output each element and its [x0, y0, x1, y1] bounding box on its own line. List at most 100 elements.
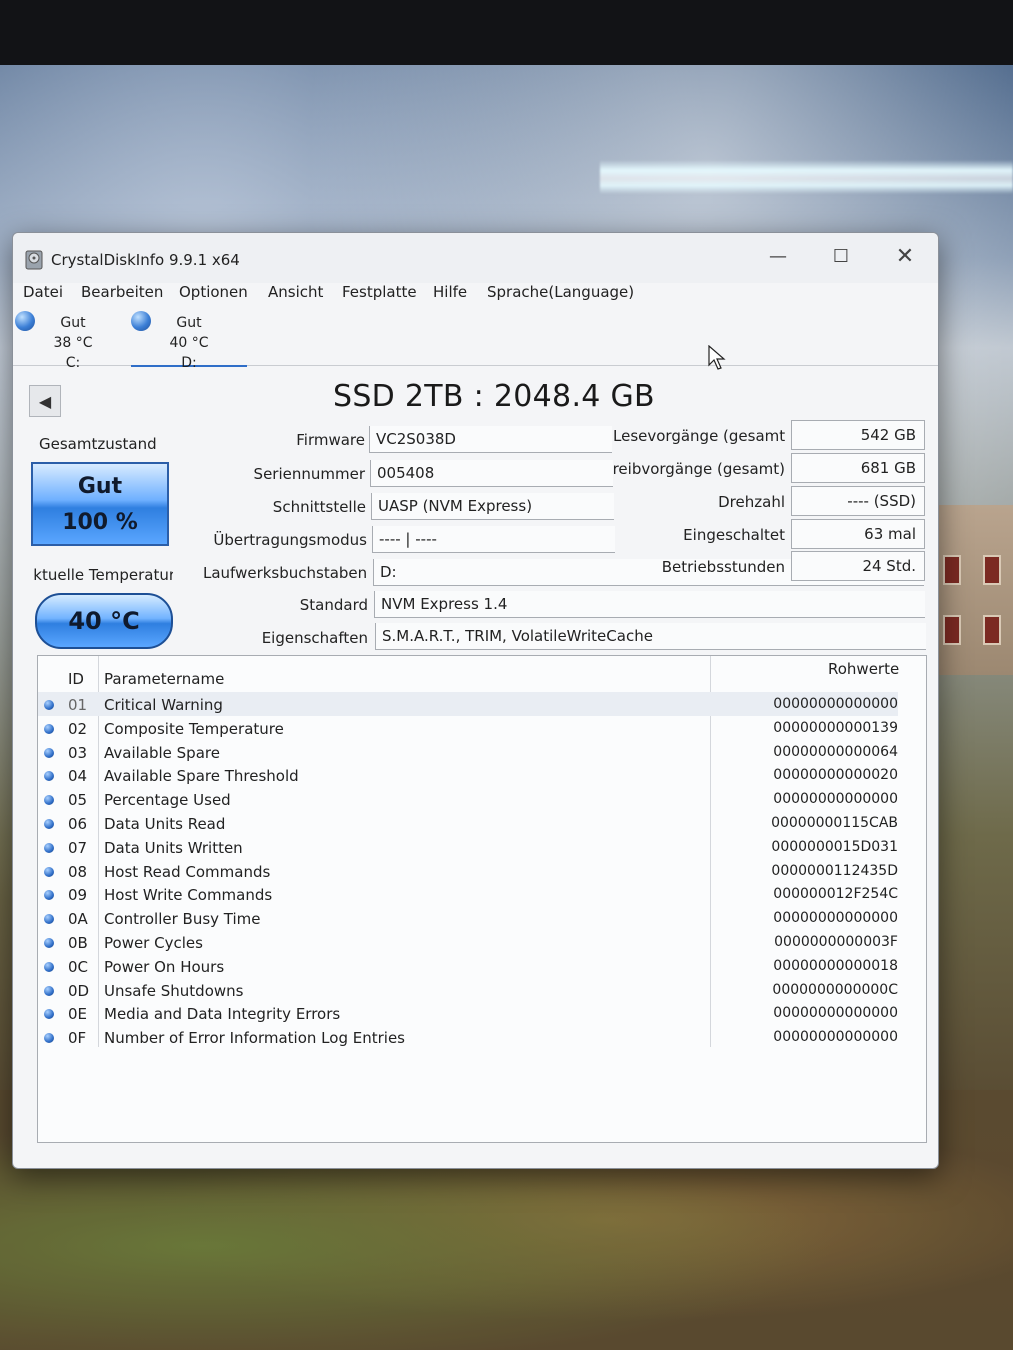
attribute-raw-value: 00000000000018: [773, 957, 898, 974]
features-label: Eigenschaften: [261, 629, 368, 647]
table-row[interactable]: 07 Data Units Written 0000000015D031: [38, 835, 898, 859]
building-window: [943, 615, 961, 645]
attribute-name: Available Spare Threshold: [104, 767, 299, 786]
drive-letter: C:: [65, 355, 81, 371]
drive-status: Gut: [176, 315, 202, 331]
drive-temp: 38 °C: [53, 335, 93, 351]
previous-drive-button[interactable]: ◀: [29, 385, 61, 417]
menu-sprache[interactable]: Sprache(Language): [487, 283, 634, 301]
table-row[interactable]: 0C Power On Hours 00000000000018: [38, 954, 898, 978]
column-header-name[interactable]: Parametername: [104, 670, 224, 688]
attribute-name: Power On Hours: [104, 957, 225, 976]
drive-temp: 40 °C: [169, 335, 209, 351]
smart-attribute-table[interactable]: ID Parametername Rohwerte 01 Critical War…: [37, 655, 927, 1143]
attribute-raw-value: 00000000000000: [773, 1005, 898, 1022]
attribute-id: 02: [68, 719, 88, 738]
health-percent: 100 %: [62, 510, 138, 535]
drive-d-button[interactable]: Gut 40 °C D:: [131, 309, 247, 371]
disk-title: SSD 2TB : 2048.4 GB: [333, 379, 655, 414]
attribute-id: 04: [68, 767, 88, 786]
status-good-icon: [44, 961, 54, 972]
attribute-name: Critical Warning: [104, 696, 223, 714]
arrow-left-icon: ◀: [38, 391, 52, 411]
attribute-id: 0B: [68, 934, 88, 952]
interface-value: UASP (NVM Express): [371, 493, 614, 520]
attribute-id: 09: [68, 886, 88, 905]
attribute-raw-value: 00000000115CAB: [771, 815, 898, 831]
table-row[interactable]: 04 Available Spare Threshold 0000000000002…: [38, 763, 898, 787]
title-bar[interactable]: CrystalDiskInfo 9.9.1 x64 — ☐ ✕: [13, 233, 938, 283]
table-row[interactable]: 03 Available Spare 00000000000064: [38, 740, 898, 764]
health-status-box[interactable]: Gut 100 %: [31, 462, 169, 546]
attribute-raw-value: 00000000000000: [773, 910, 898, 927]
table-row[interactable]: 08 Host Read Commands 0000000112435D: [38, 859, 898, 883]
menu-ansicht[interactable]: Ansicht: [268, 283, 323, 301]
firmware-value: VC2S038D: [369, 426, 612, 453]
drive-letter-label: Laufwerksbuchstaben: [203, 564, 368, 582]
table-row[interactable]: 0B Power Cycles 0000000000003F: [38, 930, 898, 954]
attribute-id: 07: [68, 838, 88, 857]
mouse-pointer-icon: [708, 345, 726, 370]
attribute-raw-value: 00000000000020: [773, 767, 898, 784]
attribute-name: Host Write Commands: [104, 886, 273, 905]
table-row[interactable]: 0E Media and Data Integrity Errors 0000000…: [38, 1001, 898, 1025]
menu-datei[interactable]: Datei: [23, 283, 63, 301]
attribute-name: Composite Temperature: [104, 719, 284, 738]
building-window: [983, 555, 1001, 585]
crystaldiskinfo-window: CrystalDiskInfo 9.9.1 x64 — ☐ ✕ Datei Be…: [12, 232, 939, 1169]
app-disk-icon: [25, 250, 43, 270]
column-header-raw[interactable]: Rohwerte: [828, 660, 899, 678]
status-good-icon: [44, 1033, 54, 1044]
table-row[interactable]: 09 Host Write Commands 000000012F254C: [38, 882, 898, 906]
power-on-hours-value: 24 Std.: [791, 551, 925, 581]
serial-label: Seriennummer: [253, 465, 365, 483]
background-building: [937, 505, 1013, 675]
minimize-button[interactable]: —: [748, 239, 808, 273]
attribute-id: 0A: [68, 910, 88, 929]
table-row[interactable]: 02 Composite Temperature 00000000000139: [38, 716, 898, 740]
status-good-icon: [44, 747, 54, 758]
menu-bearbeiten[interactable]: Bearbeiten: [81, 283, 163, 301]
attribute-name: Percentage Used: [104, 791, 231, 810]
attribute-name: Available Spare: [104, 743, 220, 762]
temperature-box[interactable]: 40 °C: [35, 593, 173, 649]
attribute-id: 0E: [68, 1005, 88, 1024]
attribute-raw-value: 0000000112435D: [771, 862, 898, 879]
menu-optionen[interactable]: Optionen: [179, 283, 248, 301]
status-good-icon: [44, 819, 54, 829]
attribute-name: Unsafe Shutdowns: [104, 981, 244, 1000]
drive-c-button[interactable]: Gut 38 °C C:: [15, 309, 115, 371]
status-good-icon: [44, 890, 54, 901]
status-good-icon: [44, 842, 54, 853]
attribute-name: Controller Busy Time: [104, 910, 261, 929]
column-header-id[interactable]: ID: [68, 670, 84, 688]
attribute-name: Data Units Written: [104, 838, 243, 857]
host-writes-value: 681 GB: [791, 453, 925, 483]
maximize-button[interactable]: ☐: [811, 239, 871, 273]
power-on-count-label: Eingeschaltet: [683, 526, 785, 544]
table-row[interactable]: 0F Number of Error Information Log Entrie…: [38, 1025, 898, 1049]
screen-glare: [600, 160, 1013, 194]
table-row[interactable]: 0D Unsafe Shutdowns 0000000000000C: [38, 978, 898, 1002]
attribute-raw-value: 00000000000064: [773, 743, 898, 760]
status-good-icon: [44, 1009, 54, 1020]
close-button[interactable]: ✕: [875, 239, 935, 273]
attribute-raw-value: 00000000000000: [773, 696, 898, 712]
table-row[interactable]: 06 Data Units Read 00000000115CAB: [38, 811, 898, 835]
table-row[interactable]: 0A Controller Busy Time 00000000000000: [38, 906, 898, 930]
window-title: CrystalDiskInfo 9.9.1 x64: [51, 251, 240, 269]
transfer-mode-value: ---- | ----: [372, 526, 615, 553]
menu-festplatte[interactable]: Festplatte: [342, 283, 417, 301]
attribute-raw-value: 0000000000000C: [772, 981, 898, 998]
features-value: S.M.A.R.T., TRIM, VolatileWriteCache: [375, 623, 926, 650]
temperature-label: Aktuelle Temperatur: [33, 566, 173, 584]
transfer-mode-label: Übertragungsmodus: [213, 531, 367, 549]
attribute-id: 01: [68, 696, 88, 714]
drive-status: Gut: [60, 315, 86, 331]
table-row[interactable]: 05 Percentage Used 00000000000000: [38, 787, 898, 811]
table-row[interactable]: 01 Critical Warning 00000000000000: [38, 692, 898, 716]
interface-label: Schnittstelle: [272, 498, 366, 516]
drive-selector-bar: Gut 38 °C C: Gut 40 °C D:: [13, 305, 938, 371]
menu-hilfe[interactable]: Hilfe: [433, 283, 467, 301]
serial-value: 005408: [370, 460, 613, 487]
